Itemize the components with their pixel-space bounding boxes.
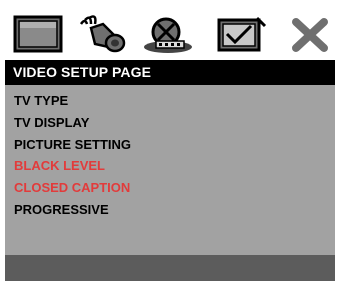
menu-item-black-level: BLACK LEVEL: [14, 158, 105, 173]
page-title: VIDEO SETUP PAGE: [5, 60, 335, 85]
video-setup-icon[interactable]: [138, 14, 194, 54]
menu-panel: TV TYPE TV DISPLAY PICTURE SETTING BLACK…: [5, 85, 335, 255]
menu-item-tv-type[interactable]: TV TYPE: [14, 93, 68, 109]
menu-item-progressive[interactable]: PROGRESSIVE: [14, 202, 109, 218]
menu-item-tv-display[interactable]: TV DISPLAY: [14, 115, 89, 131]
setup-tab-bar: [0, 0, 339, 60]
preference-icon[interactable]: [213, 14, 269, 54]
setup-menu-screen: VIDEO SETUP PAGE TV TYPE TV DISPLAY PICT…: [0, 0, 339, 281]
general-setup-icon[interactable]: [10, 14, 66, 54]
exit-icon[interactable]: [282, 14, 338, 54]
menu-item-picture-setting[interactable]: PICTURE SETTING: [14, 137, 131, 153]
audio-setup-icon[interactable]: [75, 14, 131, 54]
menu-item-closed-caption: CLOSED CAPTION: [14, 180, 131, 195]
status-bar: [5, 255, 335, 281]
